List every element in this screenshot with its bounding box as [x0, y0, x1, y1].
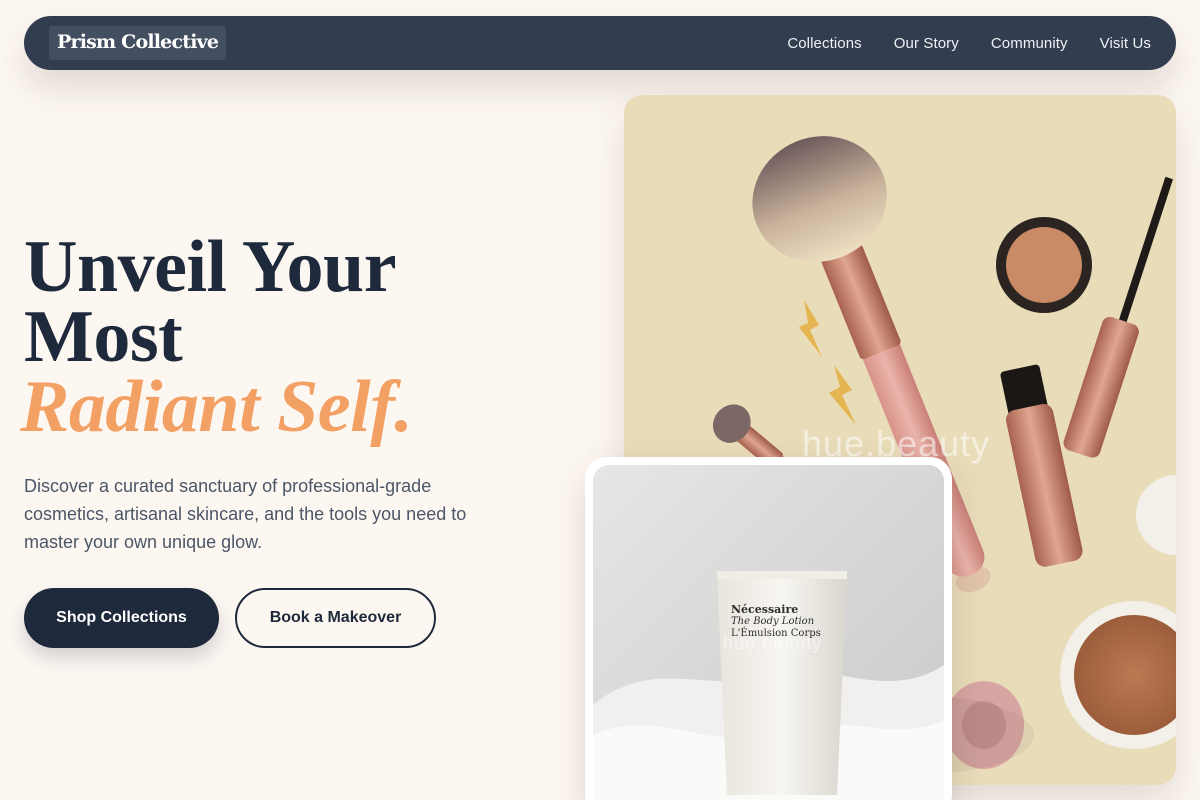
hero-description: Discover a curated sanctuary of professi…	[24, 476, 467, 552]
headline-line-2: Most	[24, 296, 183, 378]
nav-link-community[interactable]: Community	[991, 35, 1068, 52]
headline-accent: Radiant Self.	[20, 366, 413, 448]
mascara	[1063, 176, 1173, 458]
tube-brand: Nécessaire	[731, 603, 799, 616]
nav-link-collections[interactable]: Collections	[787, 35, 861, 52]
hero-headline: Unveil Your Most Radiant Self.	[20, 226, 584, 444]
shop-collections-button[interactable]: Shop Collections	[24, 588, 219, 648]
lotion-image: Nécessaire The Body Lotion L'Émulsion Co…	[593, 465, 944, 800]
brand-logo[interactable]: Prism Collective	[49, 26, 227, 60]
lotion-watermark: hue.beauty	[723, 633, 823, 653]
headline-line-1: Unveil Your	[24, 226, 397, 308]
top-navbar: Prism Collective Collections Our Story C…	[24, 16, 1176, 70]
nav-links: Collections Our Story Community Visit Us	[787, 35, 1151, 52]
lotion-image-card: Nécessaire The Body Lotion L'Émulsion Co…	[585, 457, 952, 800]
nav-link-our-story[interactable]: Our Story	[894, 35, 959, 52]
nav-link-visit-us[interactable]: Visit Us	[1100, 35, 1151, 52]
lipstick	[1000, 364, 1083, 567]
book-makeover-button[interactable]: Book a Makeover	[235, 588, 436, 648]
tube-product: The Body Lotion	[731, 616, 815, 627]
